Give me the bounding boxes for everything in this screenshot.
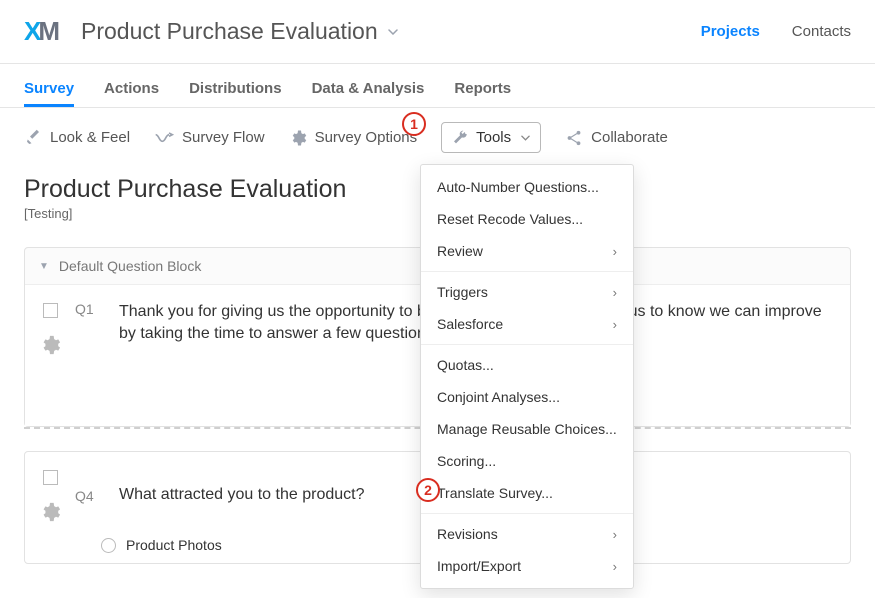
flow-icon [154, 131, 174, 145]
menu-conjoint[interactable]: Conjoint Analyses... [421, 381, 633, 413]
tab-reports[interactable]: Reports [454, 70, 511, 107]
chevron-down-icon [521, 135, 530, 141]
logo-m: M [38, 16, 59, 47]
top-bar: X M Product Purchase Evaluation Projects… [0, 0, 875, 64]
tool-survey-flow-label: Survey Flow [182, 129, 265, 146]
question-id: Q4 [75, 488, 105, 504]
tool-collaborate-label: Collaborate [591, 129, 668, 146]
wrench-icon [452, 130, 468, 146]
menu-revisions[interactable]: Revisions› [421, 518, 633, 550]
chevron-right-icon: › [613, 285, 617, 300]
menu-reset-recode[interactable]: Reset Recode Values... [421, 203, 633, 235]
question-checkbox[interactable] [43, 303, 58, 318]
tab-data-analysis[interactable]: Data & Analysis [312, 70, 425, 107]
tool-tools-button[interactable]: Tools [441, 122, 541, 153]
chevron-down-icon [388, 29, 398, 35]
question-id: Q1 [75, 301, 105, 317]
nav-projects[interactable]: Projects [701, 23, 760, 40]
question-text[interactable]: What attracted you to the product? [119, 484, 364, 506]
menu-review[interactable]: Review› [421, 235, 633, 267]
menu-quotas[interactable]: Quotas... [421, 349, 633, 381]
menu-manage-choices[interactable]: Manage Reusable Choices... [421, 413, 633, 445]
chevron-right-icon: › [613, 317, 617, 332]
tool-look-feel-label: Look & Feel [50, 129, 130, 146]
triangle-down-icon: ▼ [39, 261, 49, 272]
menu-triggers[interactable]: Triggers› [421, 276, 633, 308]
nav-contacts[interactable]: Contacts [792, 23, 851, 40]
gear-icon[interactable] [39, 334, 61, 356]
radio-icon[interactable] [101, 538, 116, 553]
menu-separator [421, 344, 633, 345]
tab-actions[interactable]: Actions [104, 70, 159, 107]
tab-distributions[interactable]: Distributions [189, 70, 282, 107]
chevron-right-icon: › [613, 527, 617, 542]
menu-salesforce[interactable]: Salesforce› [421, 308, 633, 340]
project-selector[interactable]: Product Purchase Evaluation [81, 18, 398, 45]
menu-auto-number[interactable]: Auto-Number Questions... [421, 171, 633, 203]
project-title-text: Product Purchase Evaluation [81, 18, 378, 45]
gear-icon[interactable] [39, 501, 61, 523]
gear-icon [289, 129, 307, 147]
logo[interactable]: X M [24, 16, 59, 47]
tool-look-feel[interactable]: Look & Feel [24, 129, 130, 147]
top-nav: Projects Contacts [673, 23, 851, 40]
menu-scoring[interactable]: Scoring... [421, 445, 633, 477]
menu-import-export[interactable]: Import/Export› [421, 550, 633, 582]
tab-survey[interactable]: Survey [24, 70, 74, 107]
tool-survey-flow[interactable]: Survey Flow [154, 129, 265, 146]
question-checkbox[interactable] [43, 470, 58, 485]
toolbar: Look & Feel Survey Flow Survey Options T… [0, 108, 875, 167]
menu-separator [421, 271, 633, 272]
tool-tools-label: Tools [476, 129, 511, 146]
chevron-right-icon: › [613, 244, 617, 259]
callout-badge-2: 2 [416, 478, 440, 502]
menu-separator [421, 513, 633, 514]
block-name: Default Question Block [59, 258, 201, 274]
brush-icon [24, 129, 42, 147]
tool-survey-options[interactable]: Survey Options [289, 129, 418, 147]
callout-badge-1: 1 [402, 112, 426, 136]
chevron-right-icon: › [613, 559, 617, 574]
tab-bar: Survey Actions Distributions Data & Anal… [0, 64, 875, 108]
option-label: Product Photos [126, 537, 222, 553]
menu-translate[interactable]: Translate Survey... [421, 477, 633, 509]
tool-collaborate[interactable]: Collaborate [565, 129, 668, 147]
share-icon [565, 129, 583, 147]
tools-menu: Auto-Number Questions... Reset Recode Va… [420, 164, 634, 589]
tool-survey-options-label: Survey Options [315, 129, 418, 146]
